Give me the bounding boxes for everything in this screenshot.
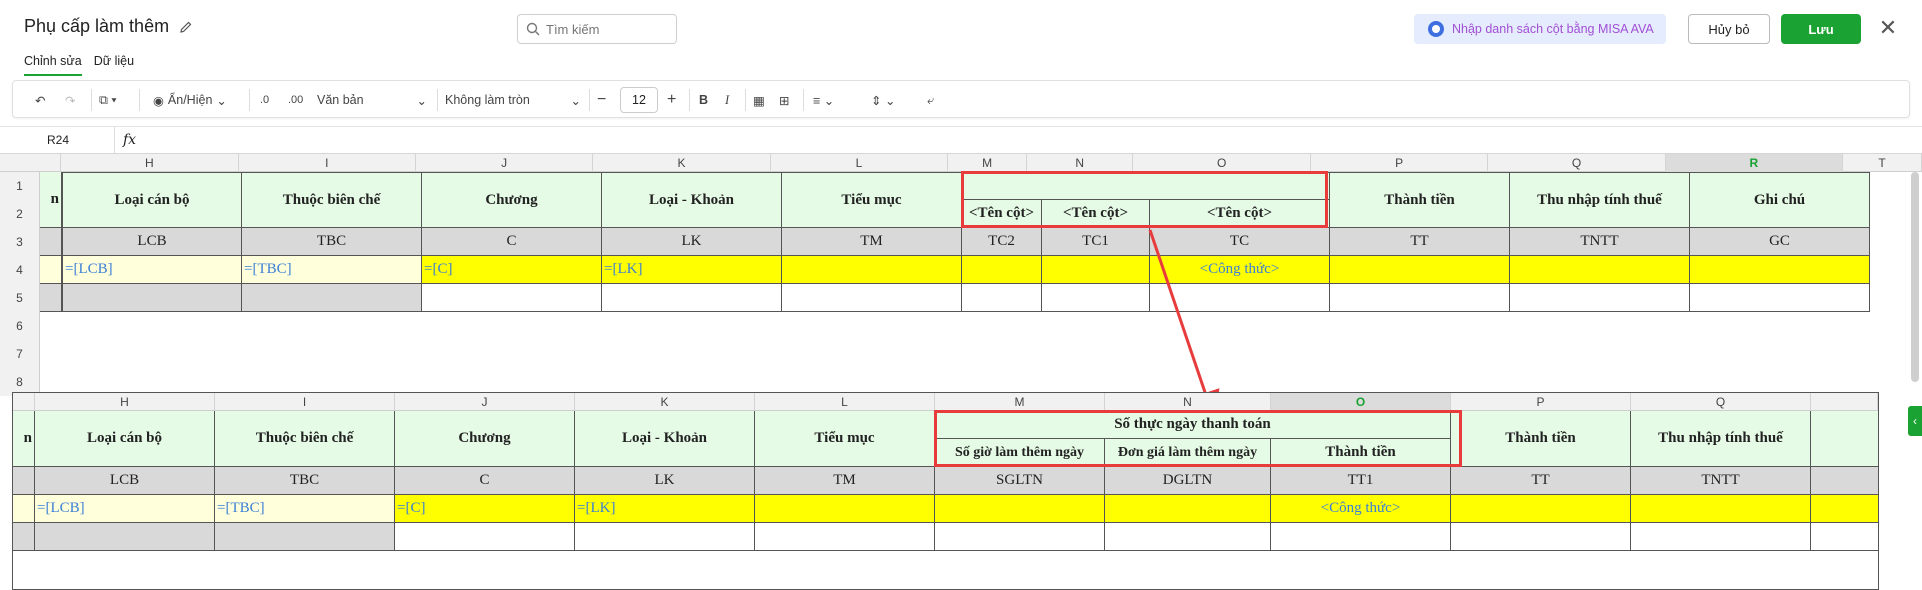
formula-cell-j[interactable]: =[C] [395, 495, 575, 523]
code-cell-l[interactable]: TM [755, 467, 935, 495]
col-header-k[interactable]: K [575, 393, 755, 411]
cell[interactable] [35, 523, 215, 551]
code-cell-m[interactable]: SGLTN [935, 467, 1105, 495]
header-cell-k[interactable]: Loại - Khoản [575, 411, 755, 467]
cell[interactable] [13, 495, 35, 523]
corner-cell [13, 393, 35, 411]
preview-panel: H I J K L M N O P Q n Loại cán bộ Thuộc … [12, 392, 1879, 590]
cell[interactable] [1451, 523, 1631, 551]
cell[interactable] [935, 523, 1105, 551]
cell[interactable] [395, 523, 575, 551]
col-header-l[interactable]: L [755, 393, 935, 411]
cell[interactable] [13, 523, 35, 551]
code-cell-q[interactable]: TNTT [1631, 467, 1811, 495]
cell[interactable] [13, 467, 35, 495]
column-header-row: H I J K L M N O P Q [13, 393, 1878, 411]
cell[interactable] [1811, 495, 1878, 523]
cell[interactable] [1811, 523, 1878, 551]
header-cell-i[interactable]: Thuộc biên chế [215, 411, 395, 467]
formula-cell-l[interactable] [755, 495, 935, 523]
side-panel-toggle-icon[interactable]: ‹ [1908, 406, 1922, 436]
header-cell-l[interactable]: Tiểu mục [755, 411, 935, 467]
cell[interactable] [1271, 523, 1451, 551]
formula-cell-h[interactable]: =[LCB] [35, 495, 215, 523]
formula-cell-m[interactable] [935, 495, 1105, 523]
col-header-m[interactable]: M [935, 393, 1105, 411]
formula-cell-k[interactable]: =[LK] [575, 495, 755, 523]
col-header-j[interactable]: J [395, 393, 575, 411]
col-header-o[interactable]: O [1271, 393, 1451, 411]
code-cell-o[interactable]: TT1 [1271, 467, 1451, 495]
header-cell-q[interactable]: Thu nhập tính thuế [1631, 411, 1811, 467]
formula-cell-p[interactable] [1451, 495, 1631, 523]
header-cell-p[interactable]: Thành tiền [1451, 411, 1631, 467]
cell[interactable] [755, 523, 935, 551]
cell[interactable] [575, 523, 755, 551]
cell[interactable] [1105, 523, 1271, 551]
formula-cell-o[interactable]: <Công thức> [1271, 495, 1451, 523]
formula-cell-i[interactable]: =[TBC] [215, 495, 395, 523]
col-header-i[interactable]: I [215, 393, 395, 411]
code-cell-n[interactable]: DGLTN [1105, 467, 1271, 495]
cell[interactable]: n [13, 411, 35, 467]
col-header-extra [1811, 393, 1878, 411]
code-cell-h[interactable]: LCB [35, 467, 215, 495]
cell[interactable] [215, 523, 395, 551]
code-cell-j[interactable]: C [395, 467, 575, 495]
header-cell-h[interactable]: Loại cán bộ [35, 411, 215, 467]
highlight-box-bottom [934, 410, 1462, 467]
cell[interactable] [1811, 467, 1878, 495]
formula-cell-n[interactable] [1105, 495, 1271, 523]
code-cell-k[interactable]: LK [575, 467, 755, 495]
cell[interactable] [1631, 523, 1811, 551]
col-header-q[interactable]: Q [1631, 393, 1811, 411]
formula-cell-q[interactable] [1631, 495, 1811, 523]
code-cell-p[interactable]: TT [1451, 467, 1631, 495]
col-header-n[interactable]: N [1105, 393, 1271, 411]
code-cell-i[interactable]: TBC [215, 467, 395, 495]
header-cell-extra[interactable] [1811, 411, 1878, 467]
col-header-p[interactable]: P [1451, 393, 1631, 411]
header-cell-j[interactable]: Chương [395, 411, 575, 467]
col-header-h[interactable]: H [35, 393, 215, 411]
